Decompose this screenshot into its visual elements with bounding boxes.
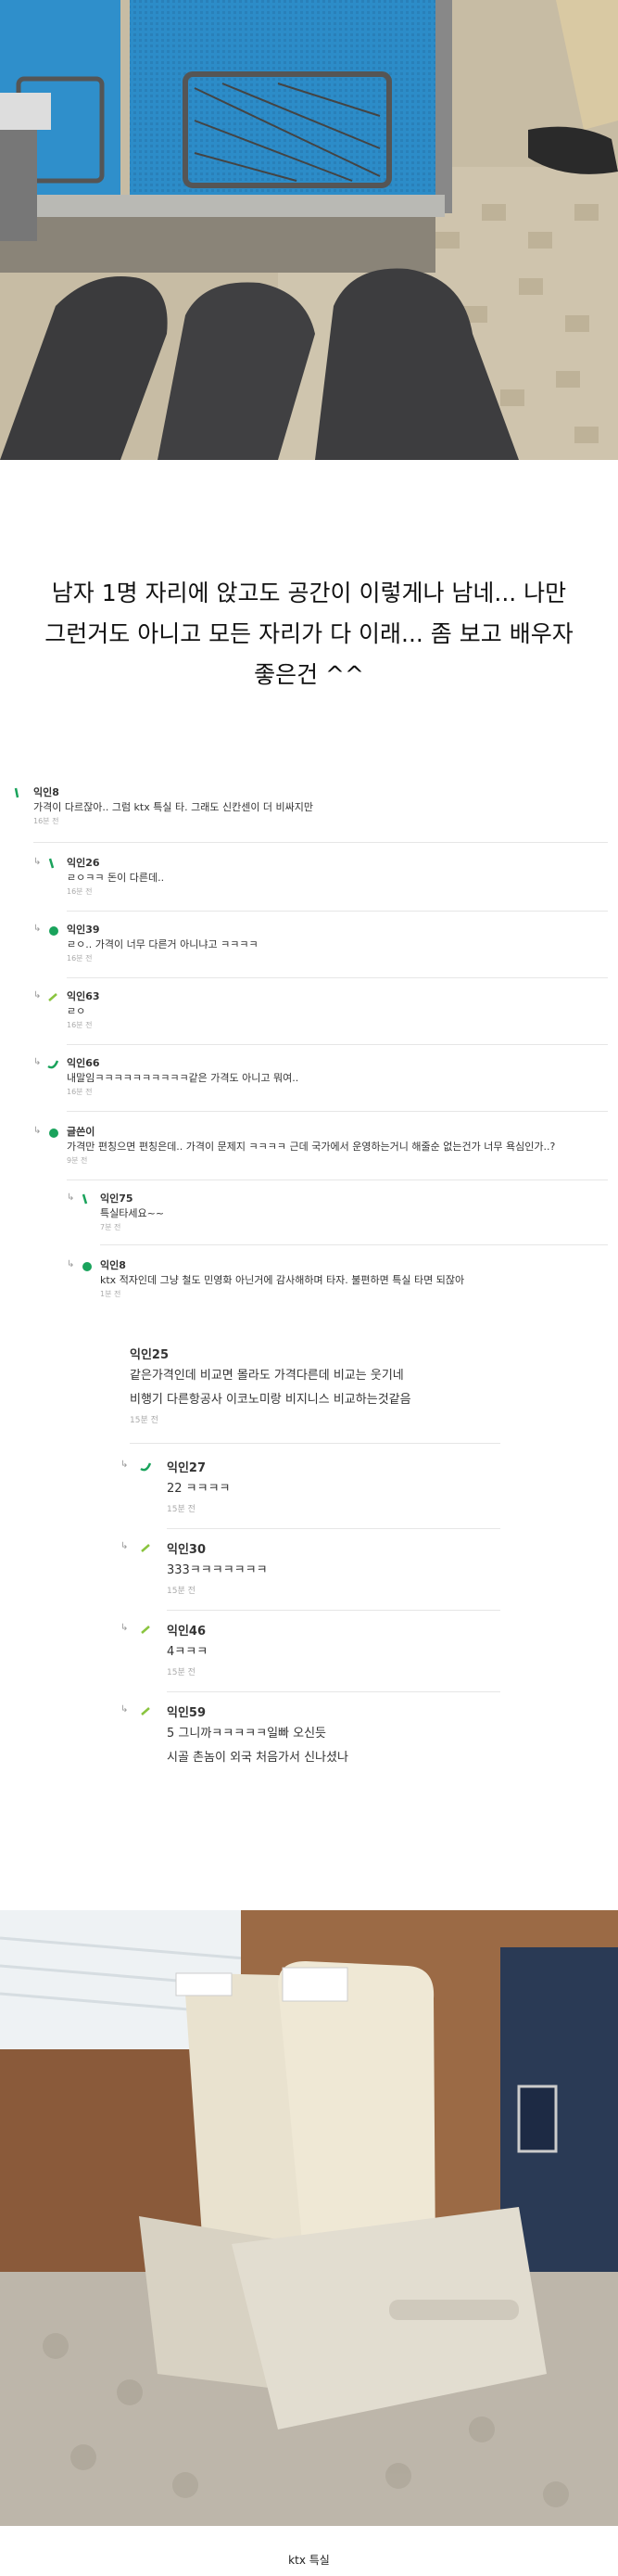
- ktx-first-class-photo: [0, 1910, 618, 2526]
- comment-author: 익인8: [33, 786, 59, 798]
- user-icon: [141, 1707, 150, 1715]
- legroom-photo: [0, 0, 618, 460]
- comment-author: 익인46: [167, 1625, 207, 1639]
- reply-arrow-icon: ↳: [67, 1192, 75, 1203]
- divider: [167, 1528, 500, 1529]
- reply-arrow-icon: ↳: [33, 1126, 42, 1136]
- comment-time: 16분 전: [67, 887, 93, 896]
- user-icon: [141, 1626, 150, 1634]
- post-caption: 남자 1명 자리에 앉고도 공간이 이렇게나 남네... 나만 그런거도 아니고…: [0, 573, 618, 695]
- user-icon: [82, 1193, 88, 1205]
- comment-item: ↳ 익인30 333ㅋㅋㅋㅋㅋㅋㅋ 15분 전: [120, 1539, 268, 1596]
- comment-author: 익인39: [67, 924, 100, 936]
- reply-arrow-icon: ↳: [33, 924, 42, 934]
- comment-item: 익인25 같은가격인데 비교면 몰라도 가격다른데 비교는 웃기네 비행기 다른…: [130, 1345, 411, 1425]
- comment-section: 익인8 가격이 다르잖아.. 그럼 ktx 특실 타. 그래도 신칸센이 더 비…: [0, 779, 618, 1873]
- comment-body: ㄹㅇ.. 가격이 너무 다른거 아니냐고 ㅋㅋㅋㅋ: [67, 938, 259, 950]
- comment-author: 익인8: [100, 1259, 126, 1271]
- user-icon: [48, 993, 57, 1001]
- divider: [67, 911, 608, 912]
- comment-author: 익인59: [167, 1706, 207, 1720]
- divider: [33, 842, 608, 843]
- comment-body: 4ㅋㅋㅋ: [167, 1645, 208, 1659]
- reply-arrow-icon: ↳: [33, 1057, 42, 1067]
- comment-body: 가격이 다르잖아.. 그럼 ktx 특실 타. 그래도 신칸센이 더 비싸지만: [33, 801, 314, 813]
- reply-arrow-icon: ↳: [120, 1541, 129, 1551]
- comment-time: 7분 전: [100, 1223, 121, 1231]
- comment-body: 가격만 편칭으면 편칭은데.. 가격이 문제지 ㅋㅋㅋㅋ 근데 국가에서 운영하…: [67, 1141, 556, 1153]
- comment-body: 333ㅋㅋㅋㅋㅋㅋㅋ: [167, 1563, 268, 1577]
- divider: [130, 1443, 500, 1444]
- comment-item: ↳ 익인39 ㄹㅇ.. 가격이 너무 다른거 아니냐고 ㅋㅋㅋㅋ 16분 전: [33, 922, 259, 963]
- comment-author: 익인25: [130, 1348, 170, 1362]
- comment-body: ㄹㅇ: [67, 1005, 86, 1017]
- comment-time: 15분 전: [130, 1416, 158, 1425]
- comment-body: 특실타세요~~: [100, 1207, 165, 1219]
- comment-body: 22 ㅋㅋㅋㅋ: [167, 1482, 231, 1496]
- divider: [100, 1244, 608, 1245]
- comment-time: 1분 전: [100, 1290, 121, 1298]
- comment-item: ↳ 익인8 ktx 적자인데 그냥 철도 민영화 아닌거에 감사해하며 타자. …: [67, 1257, 465, 1299]
- reply-arrow-icon: ↳: [120, 1623, 129, 1633]
- reply-arrow-icon: ↳: [33, 990, 42, 1001]
- user-icon: [141, 1544, 150, 1552]
- comment-time: 16분 전: [33, 817, 59, 825]
- comment-item: 익인8 가격이 다르잖아.. 그럼 ktx 특실 타. 그래도 신칸센이 더 비…: [14, 784, 314, 826]
- user-icon: [14, 787, 19, 798]
- comment-body-line: 같은가격인데 비교면 몰라도 가격다른데 비교는 웃기네: [130, 1369, 404, 1383]
- comment-body-line: 시골 촌놈이 외국 처음가서 신나셨나: [167, 1751, 348, 1765]
- comment-item: ↳ 익인27 22 ㅋㅋㅋㅋ 15분 전: [120, 1458, 231, 1514]
- photo-caption-text: ktx 특실: [288, 2554, 330, 2567]
- user-icon: [140, 1462, 152, 1472]
- comment-time: 16분 전: [67, 1021, 93, 1029]
- comment-author: 익인26: [67, 857, 100, 869]
- comment-time: 16분 전: [67, 954, 93, 963]
- comment-body: 내말임ㅋㅋㅋㅋㅋㅋㅋㅋㅋㅋ같은 가격도 아니고 뭐여..: [67, 1072, 299, 1084]
- comment-item: ↳ 익인75 특실타세요~~ 7분 전: [67, 1191, 165, 1232]
- comment-time: 15분 전: [167, 1668, 195, 1677]
- comment-item: ↳ 익인26 ㄹㅇㅋㅋ 돈이 다른데.. 16분 전: [33, 855, 165, 897]
- comment-item: ↳ 익인46 4ㅋㅋㅋ 15분 전: [120, 1621, 208, 1677]
- comment-author: 글쓴이: [67, 1126, 95, 1138]
- user-icon: [49, 926, 58, 936]
- user-icon: [49, 1129, 58, 1138]
- comment-author: 익인30: [167, 1543, 207, 1557]
- comment-body-line: 5 그니까ㅋㅋㅋㅋㅋ일빠 오신듯: [167, 1727, 327, 1741]
- reply-arrow-icon: ↳: [33, 857, 42, 867]
- reply-arrow-icon: ↳: [120, 1704, 129, 1715]
- comment-time: 15분 전: [167, 1587, 195, 1596]
- comment-time: 9분 전: [67, 1156, 88, 1165]
- divider: [67, 1111, 608, 1112]
- comment-item: ↳ 글쓴이 가격만 편칭으면 편칭은데.. 가격이 문제지 ㅋㅋㅋㅋ 근데 국가…: [33, 1124, 556, 1166]
- photo-caption: ktx 특실: [0, 2552, 618, 2568]
- divider: [67, 977, 608, 978]
- comment-author: 익인66: [67, 1057, 100, 1069]
- divider: [167, 1610, 500, 1611]
- comment-author: 익인75: [100, 1192, 133, 1205]
- comment-body: ktx 적자인데 그냥 철도 민영화 아닌거에 감사해하며 타자. 불편하면 특…: [100, 1274, 465, 1286]
- user-icon: [47, 1060, 59, 1069]
- comment-item: ↳ 익인66 내말임ㅋㅋㅋㅋㅋㅋㅋㅋㅋㅋ같은 가격도 아니고 뭐여.. 16분 …: [33, 1055, 299, 1097]
- post-caption-text: 남자 1명 자리에 앉고도 공간이 이렇게나 남네... 나만 그런거도 아니고…: [44, 580, 574, 688]
- divider: [67, 1044, 608, 1045]
- comment-body: ㄹㅇㅋㅋ 돈이 다른데..: [67, 872, 165, 884]
- comment-time: 15분 전: [167, 1505, 195, 1514]
- reply-arrow-icon: ↳: [120, 1460, 129, 1470]
- comment-item: ↳ 익인63 ㄹㅇ 16분 전: [33, 988, 100, 1030]
- comment-time: 16분 전: [67, 1088, 93, 1096]
- user-icon: [48, 858, 55, 869]
- user-icon: [82, 1262, 92, 1271]
- reply-arrow-icon: ↳: [67, 1259, 75, 1269]
- divider: [167, 1691, 500, 1692]
- comment-item: ↳ 익인59 5 그니까ㅋㅋㅋㅋㅋ일빠 오신듯 시골 촌놈이 외국 처음가서 신…: [120, 1702, 348, 1771]
- comment-author: 익인63: [67, 990, 100, 1002]
- comment-author: 익인27: [167, 1461, 207, 1475]
- comment-body-line: 비행기 다른항공사 이코노미랑 비지니스 비교하는것같음: [130, 1393, 411, 1407]
